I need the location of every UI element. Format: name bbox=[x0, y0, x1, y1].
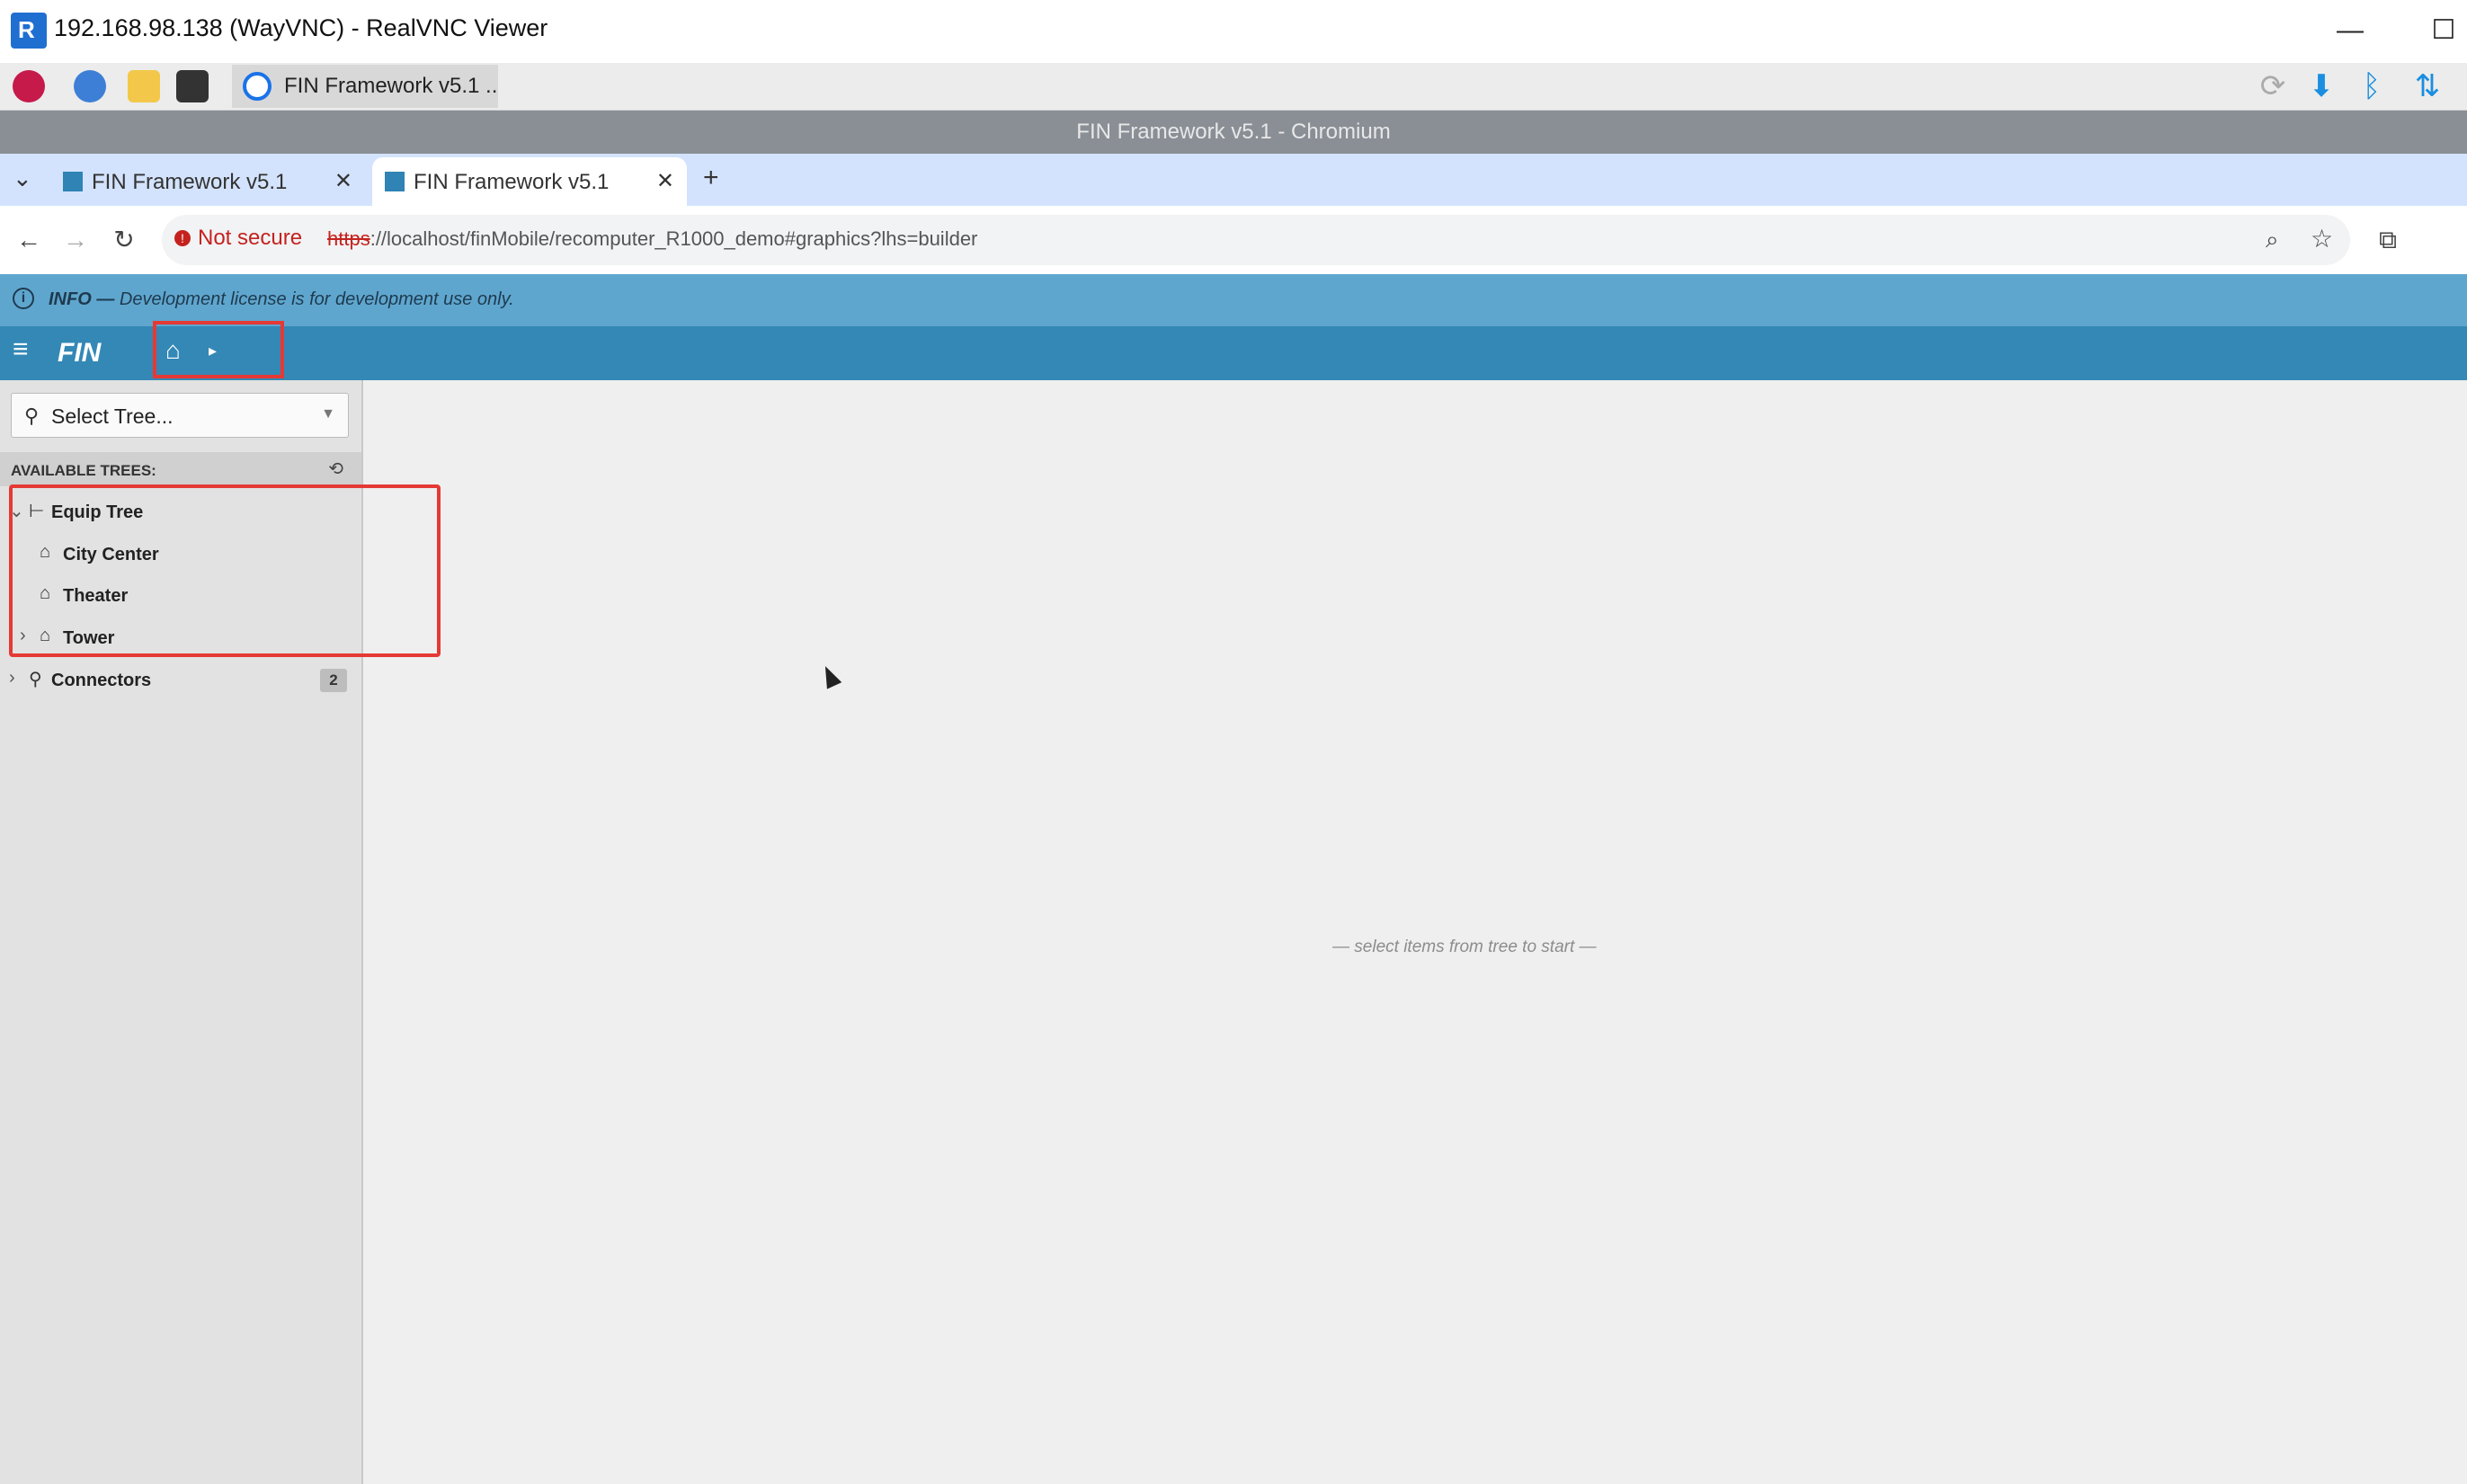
menu-hamburger-icon[interactable]: ≡ bbox=[13, 336, 34, 363]
tab-label: FIN Framework v5.1 bbox=[92, 170, 288, 194]
vnc-window-titlebar: R 192.168.98.138 (WayVNC) - RealVNC View… bbox=[0, 0, 2467, 63]
browser-toolbar: ← → ↻ ! Not secure https://localhost/finM… bbox=[0, 206, 2467, 275]
tree-item-label: Connectors bbox=[51, 671, 152, 690]
info-message: Development license is for development u… bbox=[119, 289, 514, 309]
fin-favicon-icon bbox=[385, 172, 405, 191]
breadcrumb-arrow-icon[interactable]: ▸ bbox=[209, 342, 217, 360]
taskbar-chromium-task[interactable]: FIN Framework v5.1 .. bbox=[232, 65, 498, 108]
download-icon[interactable]: ⬇ bbox=[2303, 68, 2339, 104]
new-tab-button[interactable]: + bbox=[703, 163, 719, 193]
connectors-icon: ⚲ bbox=[29, 670, 42, 689]
window-title: 192.168.98.138 (WayVNC) - RealVNC Viewer bbox=[54, 14, 548, 41]
close-tab-icon[interactable]: ✕ bbox=[334, 168, 352, 194]
refresh-icon[interactable]: ⟲ bbox=[328, 458, 343, 480]
available-trees-header: AVAILABLE TREES: ⟲ bbox=[0, 452, 361, 486]
close-tab-icon[interactable]: ✕ bbox=[656, 168, 674, 194]
chromium-icon bbox=[243, 72, 272, 101]
count-badge: 2 bbox=[320, 669, 347, 692]
minimize-button[interactable]: — bbox=[2330, 11, 2370, 50]
chromium-window-title: FIN Framework v5.1 - Chromium bbox=[0, 111, 2467, 154]
fin-logo: FIN bbox=[58, 338, 102, 368]
globe-icon[interactable] bbox=[74, 70, 106, 102]
dropdown-caret-icon: ▼ bbox=[321, 406, 335, 422]
available-trees-heading: AVAILABLE TREES: bbox=[11, 462, 156, 479]
forward-button[interactable]: → bbox=[58, 222, 94, 258]
sync-icon[interactable]: ⟳ bbox=[2255, 68, 2291, 104]
address-bar[interactable]: ! Not secure https://localhost/finMobile/… bbox=[162, 215, 2350, 265]
warning-icon: ! bbox=[174, 230, 191, 246]
empty-state-message: — select items from tree to start — bbox=[1332, 937, 1597, 956]
folder-icon[interactable] bbox=[128, 70, 160, 102]
maximize-button[interactable]: ☐ bbox=[2424, 11, 2463, 50]
tab-list-button[interactable]: ⌄ bbox=[13, 164, 32, 192]
select-tree-dropdown[interactable]: ⚲ Select Tree... ▼ bbox=[11, 393, 349, 438]
back-button[interactable]: ← bbox=[11, 222, 47, 258]
network-icon[interactable]: ⇅ bbox=[2409, 68, 2445, 104]
tab-fin-2-active[interactable]: FIN Framework v5.1 ✕ bbox=[372, 157, 687, 206]
select-tree-label: Select Tree... bbox=[51, 404, 174, 428]
info-icon: i bbox=[13, 288, 34, 309]
reload-button[interactable]: ↻ bbox=[106, 222, 142, 258]
chevron-right-icon[interactable]: › bbox=[9, 668, 15, 689]
tab-label: FIN Framework v5.1 bbox=[414, 170, 610, 194]
bluetooth-icon[interactable]: ᛒ bbox=[2354, 68, 2390, 104]
fin-favicon-icon bbox=[63, 172, 83, 191]
taskbar-task-label: FIN Framework v5.1 .. bbox=[284, 74, 498, 98]
bookmark-star-icon[interactable]: ☆ bbox=[2311, 224, 2333, 253]
raspberry-icon[interactable] bbox=[13, 70, 45, 102]
info-label: INFO — bbox=[49, 289, 115, 309]
extensions-icon[interactable]: ⧉ bbox=[2370, 222, 2406, 258]
info-banner: i INFO — Development license is for deve… bbox=[0, 274, 2467, 326]
terminal-icon[interactable] bbox=[176, 70, 209, 102]
tree-highlight-box bbox=[9, 484, 441, 657]
realvnc-icon: R bbox=[11, 13, 47, 49]
app-header: ≡ FIN bbox=[0, 326, 2467, 380]
tab-strip: ⌄ FIN Framework v5.1 ✕ FIN Framework v5.… bbox=[0, 154, 2467, 206]
tree-item-connectors[interactable]: › ⚲ Connectors 2 bbox=[0, 660, 361, 701]
tree-icon: ⚲ bbox=[24, 404, 40, 427]
tab-fin-1[interactable]: FIN Framework v5.1 ✕ bbox=[50, 157, 365, 206]
zoom-icon[interactable]: ⌕ bbox=[2266, 226, 2279, 254]
url-text[interactable]: https://localhost/finMobile/recomputer_R… bbox=[327, 227, 977, 251]
mouse-cursor-icon bbox=[817, 662, 842, 689]
home-icon[interactable]: ⌂ bbox=[165, 338, 189, 363]
security-indicator[interactable]: ! Not secure bbox=[174, 226, 302, 254]
